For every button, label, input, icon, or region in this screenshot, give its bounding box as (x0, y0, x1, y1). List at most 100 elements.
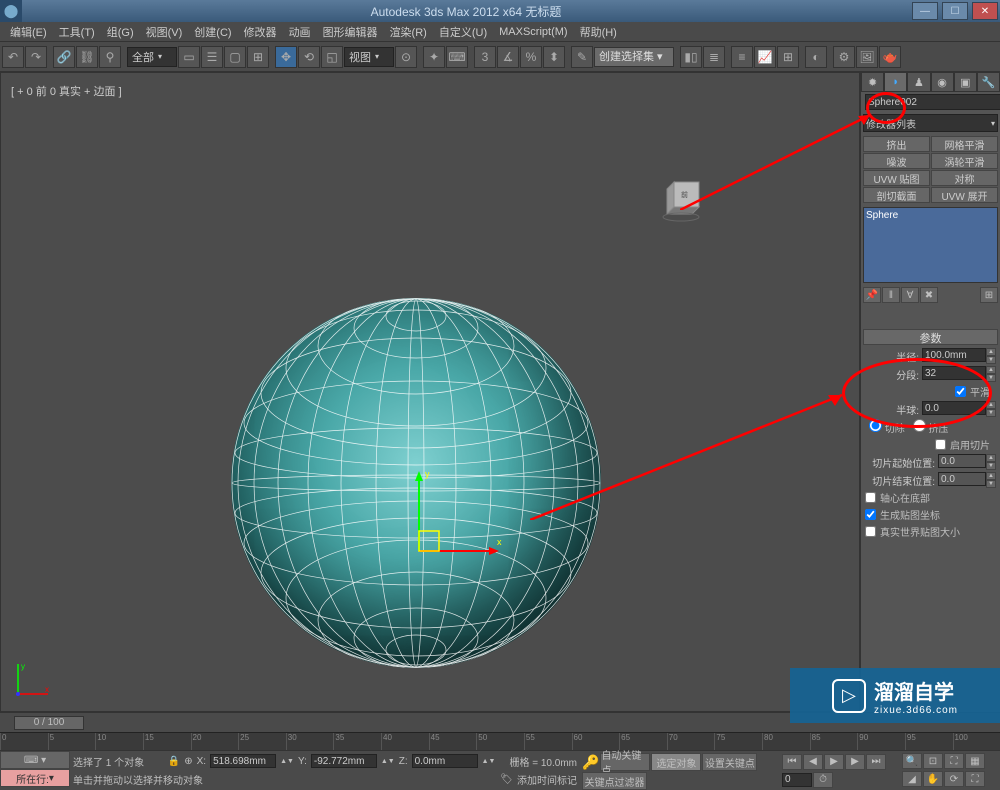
menu-graph[interactable]: 图形编辑器 (317, 22, 384, 42)
script-mini-button[interactable]: ⌨ ▾ (0, 751, 70, 769)
mod-turbosmooth[interactable]: 涡轮平滑 (931, 153, 998, 169)
show-end-result-button[interactable]: ǁ (882, 287, 900, 303)
menu-help[interactable]: 帮助(H) (574, 22, 623, 42)
make-unique-button[interactable]: ∀ (901, 287, 919, 303)
minimize-button[interactable]: — (912, 2, 938, 20)
goto-start-button[interactable]: ⏮ (782, 754, 802, 770)
configure-sets-button[interactable]: ⊞ (980, 287, 998, 303)
select-name-button[interactable]: ☰ (201, 46, 223, 68)
mod-symmetry[interactable]: 对称 (931, 170, 998, 186)
hemi-down[interactable]: ▼ (986, 409, 996, 417)
key-icon[interactable]: 🔑 (582, 754, 599, 771)
goto-end-button[interactable]: ⏭ (866, 754, 886, 770)
mirror-button[interactable]: ▮▯ (680, 46, 702, 68)
hemi-up[interactable]: ▲ (986, 401, 996, 409)
menu-maxscript[interactable]: MAXScript(M) (493, 24, 573, 40)
prev-frame-button[interactable]: ◀ (803, 754, 823, 770)
angle-snap-button[interactable]: ∡ (497, 46, 519, 68)
mod-uvwmap[interactable]: UVW 贴图 (863, 170, 930, 186)
time-tag-icon[interactable]: 🏷 (500, 774, 513, 785)
zoom-all-button[interactable]: ⊡ (923, 753, 943, 769)
fov-button[interactable]: ◢ (902, 771, 922, 787)
coord-icon[interactable]: ⊕ (184, 756, 192, 767)
maximize-viewport-button[interactable]: ⛶ (965, 771, 985, 787)
next-frame-button[interactable]: ▶ (845, 754, 865, 770)
ref-coord-system[interactable]: 视图 (344, 47, 394, 67)
selection-set-input[interactable]: 创建选择集 ▾ (594, 47, 674, 67)
maximize-button[interactable]: ☐ (942, 2, 968, 20)
z-coord-input[interactable] (412, 754, 478, 768)
modify-tab[interactable]: ◗ (884, 72, 907, 92)
view-cube[interactable]: 前 (659, 177, 709, 222)
menu-views[interactable]: 视图(V) (140, 22, 189, 42)
pin-stack-button[interactable]: 📌 (863, 287, 881, 303)
selected-dropdown[interactable]: 选定对象 (651, 753, 701, 771)
selection-filter[interactable]: 全部 (127, 47, 177, 67)
rendered-frame-button[interactable]: 🖼 (856, 46, 878, 68)
location-button[interactable]: 所在行: ▾ (0, 769, 70, 787)
mod-extrude[interactable]: 挤出 (863, 136, 930, 152)
material-editor-button[interactable]: ◐ (805, 46, 827, 68)
window-crossing-button[interactable]: ⊞ (247, 46, 269, 68)
track-bar[interactable]: 0510152025303540455055606570758085909510… (0, 732, 1000, 750)
render-setup-button[interactable]: ⚙ (833, 46, 855, 68)
real-world-checkbox[interactable] (865, 526, 876, 537)
select-region-button[interactable]: ▢ (224, 46, 246, 68)
base-pivot-checkbox[interactable] (865, 492, 876, 503)
slice-on-checkbox[interactable] (935, 439, 946, 450)
menu-customize[interactable]: 自定义(U) (433, 22, 493, 42)
align-button[interactable]: ≣ (703, 46, 725, 68)
close-button[interactable]: ✕ (972, 2, 998, 20)
menu-modifiers[interactable]: 修改器 (238, 22, 283, 42)
smooth-checkbox[interactable] (955, 386, 966, 397)
mod-meshsmooth[interactable]: 网格平滑 (931, 136, 998, 152)
undo-button[interactable]: ↶ (2, 46, 24, 68)
radius-up[interactable]: ▲ (986, 348, 996, 356)
move-button[interactable]: ✥ (275, 46, 297, 68)
sphere-object[interactable] (231, 298, 601, 668)
object-name-input[interactable] (865, 94, 1000, 110)
select-manipulate-button[interactable]: ✦ (423, 46, 445, 68)
chop-radio[interactable]: 切除 (869, 419, 905, 435)
time-config-button[interactable]: ⏱ (813, 772, 833, 788)
menu-animation[interactable]: 动画 (283, 22, 317, 42)
percent-snap-button[interactable]: % (520, 46, 542, 68)
mod-noise[interactable]: 噪波 (863, 153, 930, 169)
zoom-extents-button[interactable]: ⛶ (944, 753, 964, 769)
pivot-button[interactable]: ⊙ (395, 46, 417, 68)
edit-selection-button[interactable]: ✎ (571, 46, 593, 68)
x-coord-input[interactable] (210, 754, 276, 768)
menu-tools[interactable]: 工具(T) (53, 22, 101, 42)
parameters-rollout[interactable]: 参数 (863, 329, 998, 345)
keyboard-shortcut-button[interactable]: ⌨ (446, 46, 468, 68)
snap-toggle-button[interactable]: 3 (474, 46, 496, 68)
key-filters-button[interactable]: 关键点过滤器 (582, 772, 647, 790)
menu-group[interactable]: 组(G) (101, 22, 140, 42)
zoom-button[interactable]: 🔍 (902, 753, 922, 769)
layer-button[interactable]: ≡ (731, 46, 753, 68)
remove-modifier-button[interactable]: ✖ (920, 287, 938, 303)
menu-rendering[interactable]: 渲染(R) (384, 22, 433, 42)
display-tab[interactable]: ▣ (954, 72, 977, 92)
unlink-button[interactable]: ⛓ (76, 46, 98, 68)
rotate-button[interactable]: ⟲ (298, 46, 320, 68)
link-button[interactable]: 🔗 (53, 46, 75, 68)
modifier-list-dropdown[interactable]: 修改器列表 (863, 114, 998, 132)
segments-down[interactable]: ▼ (986, 374, 996, 382)
scale-button[interactable]: ◱ (321, 46, 343, 68)
add-time-tag[interactable]: 添加时间标记 (517, 772, 577, 787)
curve-editor-button[interactable]: 📈 (754, 46, 776, 68)
segments-input[interactable] (922, 366, 986, 380)
select-button[interactable]: ▭ (178, 46, 200, 68)
squash-radio[interactable]: 挤压 (913, 419, 949, 435)
motion-tab[interactable]: ◉ (931, 72, 954, 92)
modifier-stack[interactable]: Sphere (863, 207, 998, 283)
hierarchy-tab[interactable]: ♟ (907, 72, 930, 92)
create-tab[interactable]: ✹ (861, 72, 884, 92)
schematic-button[interactable]: ⊞ (777, 46, 799, 68)
hemisphere-input[interactable] (922, 401, 986, 415)
bind-button[interactable]: ⚲ (99, 46, 121, 68)
zoom-extents-all-button[interactable]: ▦ (965, 753, 985, 769)
set-key-button[interactable]: 设置关键点 (702, 753, 757, 771)
stack-item-sphere[interactable]: Sphere (866, 210, 995, 221)
